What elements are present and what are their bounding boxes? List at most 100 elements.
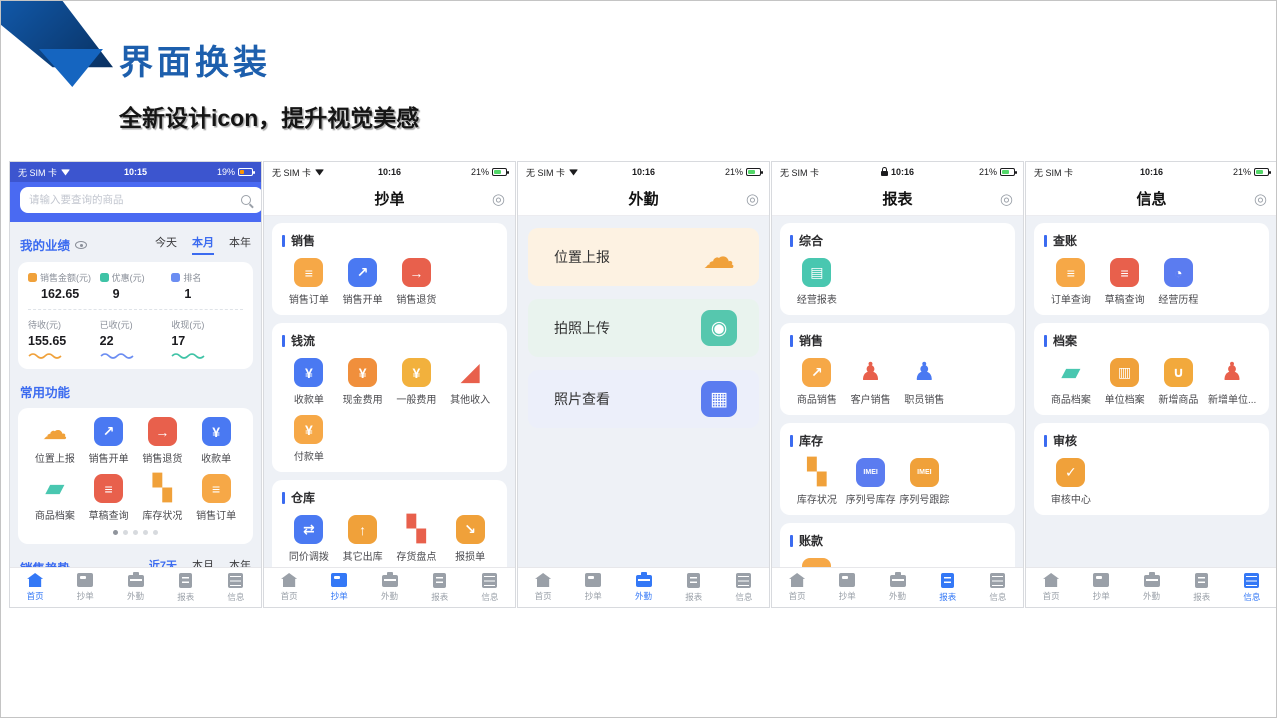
camera-icon: ◉ (701, 310, 737, 346)
tab-field[interactable]: 外勤 (364, 568, 414, 607)
quick-item[interactable]: ☁位置上报 (28, 417, 82, 465)
menu-item[interactable]: ▥单位档案 (1098, 358, 1152, 406)
status-bar: 无 SIM 卡 10:16 21% (518, 162, 769, 182)
tab-field[interactable]: 外勤 (110, 568, 160, 607)
menu-item[interactable]: →销售退货 (390, 258, 444, 306)
quick-item[interactable]: →销售退货 (136, 417, 190, 465)
menu-item[interactable]: ¥现金费用 (336, 358, 390, 406)
quick-item[interactable]: ≡草稿查询 (82, 474, 136, 522)
menu-item[interactable]: ↘报损单 (443, 515, 497, 563)
tab-home[interactable]: 首页 (518, 568, 568, 607)
copy-order-icon (77, 573, 93, 587)
banner-location-report[interactable]: 位置上报 ☁ (528, 228, 759, 286)
stock-boxes-icon: ▚ (402, 515, 431, 544)
menu-item[interactable]: IMEI序列号库存 (844, 458, 898, 506)
tab-reports[interactable]: 报表 (923, 568, 973, 607)
carrier-label: 无 SIM 卡 (272, 166, 311, 179)
menu-item[interactable]: ↗商品销售 (790, 358, 844, 406)
tab-reports[interactable]: 报表 (1177, 568, 1227, 607)
tab-reports[interactable]: 报表 (161, 568, 211, 607)
tab-field[interactable]: 外勤 (872, 568, 922, 607)
eye-icon[interactable] (75, 241, 87, 249)
menu-item[interactable]: ¥一般费用 (390, 358, 444, 406)
tab-today[interactable]: 今天 (155, 234, 177, 255)
quick-item[interactable]: ≡销售订单 (189, 474, 243, 522)
menu-item[interactable]: IMEI序列号跟踪 (898, 458, 952, 506)
group-card-sales: 销售 ≡销售订单 ↗销售开单 →销售退货 (272, 223, 507, 315)
settings-gear-icon[interactable]: ◎ (1254, 190, 1267, 208)
tab-field[interactable]: 外勤 (618, 568, 668, 607)
menu-item[interactable]: ¥付款单 (282, 415, 336, 463)
tab-home[interactable]: 首页 (10, 568, 60, 607)
tab-home[interactable]: 首页 (1026, 568, 1076, 607)
banner-photo-view[interactable]: 照片查看 ▦ (528, 370, 759, 428)
info-drawer-icon (482, 573, 497, 588)
search-input[interactable] (20, 187, 262, 213)
tab-this-month[interactable]: 本月 (192, 234, 214, 255)
tab-home[interactable]: 首页 (264, 568, 314, 607)
transfer-icon: ⇄ (294, 515, 323, 544)
tab-info[interactable]: 信息 (719, 568, 769, 607)
search-icon[interactable] (241, 195, 251, 205)
tab-info[interactable]: 信息 (973, 568, 1023, 607)
tab-this-year[interactable]: 本年 (229, 234, 251, 255)
tab-reports[interactable]: 报表 (415, 568, 465, 607)
tab-orders[interactable]: 抄单 (1076, 568, 1126, 607)
settings-gear-icon[interactable]: ◎ (746, 190, 759, 208)
quick-item[interactable]: ↗销售开单 (82, 417, 136, 465)
stock-boxes-icon: ▚ (802, 458, 831, 487)
menu-item[interactable]: ▚库存状况 (790, 458, 844, 506)
income-chart-icon: ◢ (456, 358, 485, 387)
menu-item[interactable]: ♟客户销售 (844, 358, 898, 406)
status-bar: 无 SIM 卡 10:16 21% (772, 162, 1023, 182)
menu-item[interactable]: ▰商品档案 (1044, 358, 1098, 406)
menu-item[interactable]: ♟职员销售 (898, 358, 952, 406)
menu-item[interactable]: ▤经营报表 (790, 258, 844, 306)
battery-percent: 21% (471, 167, 489, 177)
menu-item[interactable]: ≡销售订单 (282, 258, 336, 306)
menu-item[interactable]: ▚存货盘点 (390, 515, 444, 563)
banner-photo-upload[interactable]: 拍照上传 ◉ (528, 299, 759, 357)
tab-orders[interactable]: 抄单 (568, 568, 618, 607)
tab-home[interactable]: 首页 (772, 568, 822, 607)
tab-info[interactable]: 信息 (465, 568, 515, 607)
group-title: 库存 (790, 432, 1005, 449)
tab-field[interactable]: 外勤 (1126, 568, 1176, 607)
tab-reports[interactable]: 报表 (669, 568, 719, 607)
menu-item[interactable]: ♟新增单位... (1205, 358, 1259, 406)
battery-icon (492, 168, 507, 176)
ticket-expense-icon: ¥ (402, 358, 431, 387)
wifi-icon (315, 169, 324, 176)
tab-orders[interactable]: 抄单 (822, 568, 872, 607)
settings-gear-icon[interactable]: ◎ (492, 190, 505, 208)
quick-item[interactable]: ¥收款单 (189, 417, 243, 465)
tab-orders[interactable]: 抄单 (314, 568, 364, 607)
home-icon (27, 573, 43, 587)
menu-item[interactable]: ◢其他收入 (443, 358, 497, 406)
briefcase-icon (890, 575, 906, 587)
tab-orders[interactable]: 抄单 (60, 568, 110, 607)
quick-item[interactable]: ▰商品档案 (28, 474, 82, 522)
tab-info[interactable]: 信息 (1227, 568, 1277, 607)
tab-info[interactable]: 信息 (211, 568, 261, 607)
menu-item[interactable]: ↑其它出库 (336, 515, 390, 563)
briefcase-icon (128, 575, 144, 587)
menu-item[interactable]: ¥收款单 (282, 358, 336, 406)
menu-item[interactable]: ↗销售开单 (336, 258, 390, 306)
menu-item[interactable]: ◔经营历程 (1152, 258, 1206, 306)
menu-item[interactable]: ≡草稿查询 (1098, 258, 1152, 306)
home-icon (281, 573, 297, 587)
info-drawer-icon (990, 573, 1005, 588)
group-card-audit: 审核 ✓审核中心 (1034, 423, 1269, 515)
screen-reports: 无 SIM 卡 10:16 21% 报表◎ 综合 ▤经营报表 销售 ↗商品销售 … (771, 161, 1024, 608)
menu-item[interactable]: ∪新增商品 (1152, 358, 1206, 406)
menu-item[interactable]: ⇄同价调拨 (282, 515, 336, 563)
pagination-dots[interactable] (28, 530, 243, 535)
menu-item[interactable]: ≡订单查询 (1044, 258, 1098, 306)
quick-item[interactable]: ▚库存状况 (136, 474, 190, 522)
quick-title: 常用功能 (20, 382, 70, 401)
cloud-location-icon: ☁ (40, 417, 69, 446)
settings-gear-icon[interactable]: ◎ (1000, 190, 1013, 208)
menu-item[interactable]: ✓审核中心 (1044, 458, 1098, 506)
wifi-icon (569, 169, 578, 176)
